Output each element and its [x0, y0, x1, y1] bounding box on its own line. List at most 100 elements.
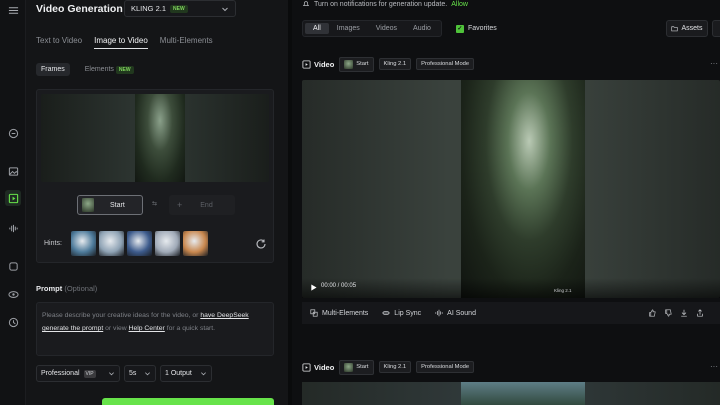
prompt-placeholder-3: for a quick start.: [164, 325, 216, 332]
results-panel: Turn on notifications for generation upd…: [292, 0, 720, 405]
result-header: Video Start Kling 2.1 Professional Mode: [302, 56, 475, 72]
end-frame-label: End: [200, 201, 213, 209]
video-icon: [302, 362, 311, 372]
new-badge: NEW: [115, 65, 134, 74]
filter-videos[interactable]: Videos: [368, 23, 405, 34]
tab-multi-elements[interactable]: Multi-Elements: [160, 36, 213, 49]
check-icon: ✓: [455, 24, 464, 33]
ai-sound-button[interactable]: AI Sound: [435, 309, 476, 317]
prompt-optional: (Optional): [64, 284, 98, 293]
history-icon[interactable]: [5, 314, 21, 330]
prompt-input[interactable]: Please describe your creative ideas for …: [36, 302, 274, 356]
multi-elements-button[interactable]: Multi-Elements: [310, 309, 368, 317]
icon-rail: [0, 0, 26, 405]
start-frame-chip[interactable]: Start: [339, 56, 374, 72]
download-icon[interactable]: [680, 309, 688, 317]
allow-notifications-link[interactable]: Allow: [451, 1, 468, 8]
vip-badge: VIP: [83, 369, 96, 378]
swap-frames-icon[interactable]: ⇆: [152, 200, 157, 207]
chip-label: Start: [356, 61, 369, 67]
help-center-link[interactable]: Help Center: [129, 325, 165, 332]
chevron-down-icon: [109, 372, 114, 376]
generate-button[interactable]: [102, 398, 274, 405]
deepseek-link[interactable]: have DeepSeek: [200, 312, 248, 319]
chevron-down-icon: [222, 7, 228, 12]
notification-banner: Turn on notifications for generation upd…: [302, 0, 468, 8]
hint-thumbnail[interactable]: [183, 231, 208, 256]
output-count-value: 1 Output: [165, 370, 192, 377]
hint-thumbnail[interactable]: [71, 231, 96, 256]
video-icon: [302, 59, 311, 69]
media-filter: All Images Videos Audio: [302, 20, 442, 37]
video-player[interactable]: [302, 382, 720, 405]
explore-icon[interactable]: [5, 286, 21, 302]
assets-label: Assets: [681, 25, 703, 32]
prompt-title: Prompt: [36, 284, 63, 293]
start-frame-thumbnail: [344, 362, 354, 372]
video-icon[interactable]: [5, 190, 21, 206]
ai-sound-label: AI Sound: [447, 309, 476, 317]
audio-icon[interactable]: [5, 220, 21, 236]
lip-sync-button[interactable]: Lip Sync: [382, 309, 421, 317]
result-actions: Multi-Elements Lip Sync AI Sound: [302, 302, 720, 324]
favorites-toggle[interactable]: ✓ Favorites: [455, 24, 497, 33]
refresh-icon[interactable]: [255, 238, 267, 250]
thumbs-down-icon[interactable]: [664, 309, 672, 317]
lips-icon: [382, 311, 390, 315]
menu-icon[interactable]: [5, 2, 21, 18]
sub-tabs: Frames Elements NEW: [36, 63, 134, 76]
model-select[interactable]: KLING 2.1 NEW: [124, 0, 236, 17]
deepseek-link-cont[interactable]: generate the prompt: [42, 325, 103, 332]
filter-audio[interactable]: Audio: [405, 23, 439, 34]
page-title: Video Generation: [36, 3, 123, 15]
panel-toggle-button[interactable]: [712, 20, 720, 37]
video-frame: [461, 382, 585, 405]
frame-preview: [41, 94, 269, 182]
filter-bar: All Images Videos Audio ✓ Favorites: [302, 20, 497, 37]
subtab-elements-label: Elements: [84, 66, 114, 73]
end-frame-slot[interactable]: + End: [169, 195, 235, 215]
thumbs-up-icon[interactable]: [648, 309, 656, 317]
filter-images[interactable]: Images: [329, 23, 368, 34]
home-icon[interactable]: [5, 125, 21, 141]
play-icon[interactable]: [310, 284, 317, 291]
bell-icon: [302, 1, 310, 6]
start-frame-chip[interactable]: Start: [339, 359, 374, 375]
tab-image-to-video[interactable]: Image to Video: [94, 36, 148, 49]
video-player[interactable]: 00:00 / 00:05 Kling 2.1: [302, 80, 720, 298]
model-name: KLING 2.1: [131, 4, 167, 13]
result-header: Video Start Kling 2.1 Professional Mode: [302, 359, 475, 375]
prompt-placeholder-2: or view: [103, 325, 129, 332]
start-frame-slot[interactable]: Start: [77, 195, 143, 215]
assets-icon[interactable]: [5, 258, 21, 274]
hint-thumbnail[interactable]: [127, 231, 152, 256]
notice-text: Turn on notifications for generation upd…: [314, 0, 448, 8]
watermark: Kling 2.1: [554, 288, 572, 293]
tab-text-to-video[interactable]: Text to Video: [36, 36, 82, 49]
mode-chip: Professional Mode: [416, 361, 475, 373]
image-icon[interactable]: [5, 163, 21, 179]
playback-time: 00:00 / 00:05: [321, 283, 357, 289]
result-title-text: Video: [314, 59, 335, 69]
start-frame-label: Start: [110, 201, 125, 209]
duration-select[interactable]: 5s: [124, 365, 156, 382]
subtab-elements[interactable]: Elements NEW: [80, 63, 134, 76]
layers-icon: [310, 309, 318, 317]
multi-elements-label: Multi-Elements: [322, 309, 369, 317]
start-frame-thumbnail: [344, 59, 354, 69]
more-options-icon[interactable]: ···: [710, 362, 718, 371]
mode-select[interactable]: Professional VIP: [36, 365, 120, 382]
filter-all[interactable]: All: [305, 23, 329, 34]
lip-sync-label: Lip Sync: [394, 309, 422, 317]
hint-thumbnail[interactable]: [155, 231, 180, 256]
plus-icon: +: [177, 200, 183, 210]
hint-thumbnail[interactable]: [99, 231, 124, 256]
share-icon[interactable]: [696, 309, 704, 317]
output-count-select[interactable]: 1 Output: [160, 365, 212, 382]
mode-chip: Professional Mode: [416, 58, 475, 70]
start-frame-thumbnail: [82, 198, 94, 212]
subtab-frames[interactable]: Frames: [36, 63, 70, 76]
more-options-icon[interactable]: ···: [710, 59, 718, 68]
assets-button[interactable]: Assets: [666, 20, 708, 37]
model-chip: Kling 2.1: [378, 361, 412, 373]
